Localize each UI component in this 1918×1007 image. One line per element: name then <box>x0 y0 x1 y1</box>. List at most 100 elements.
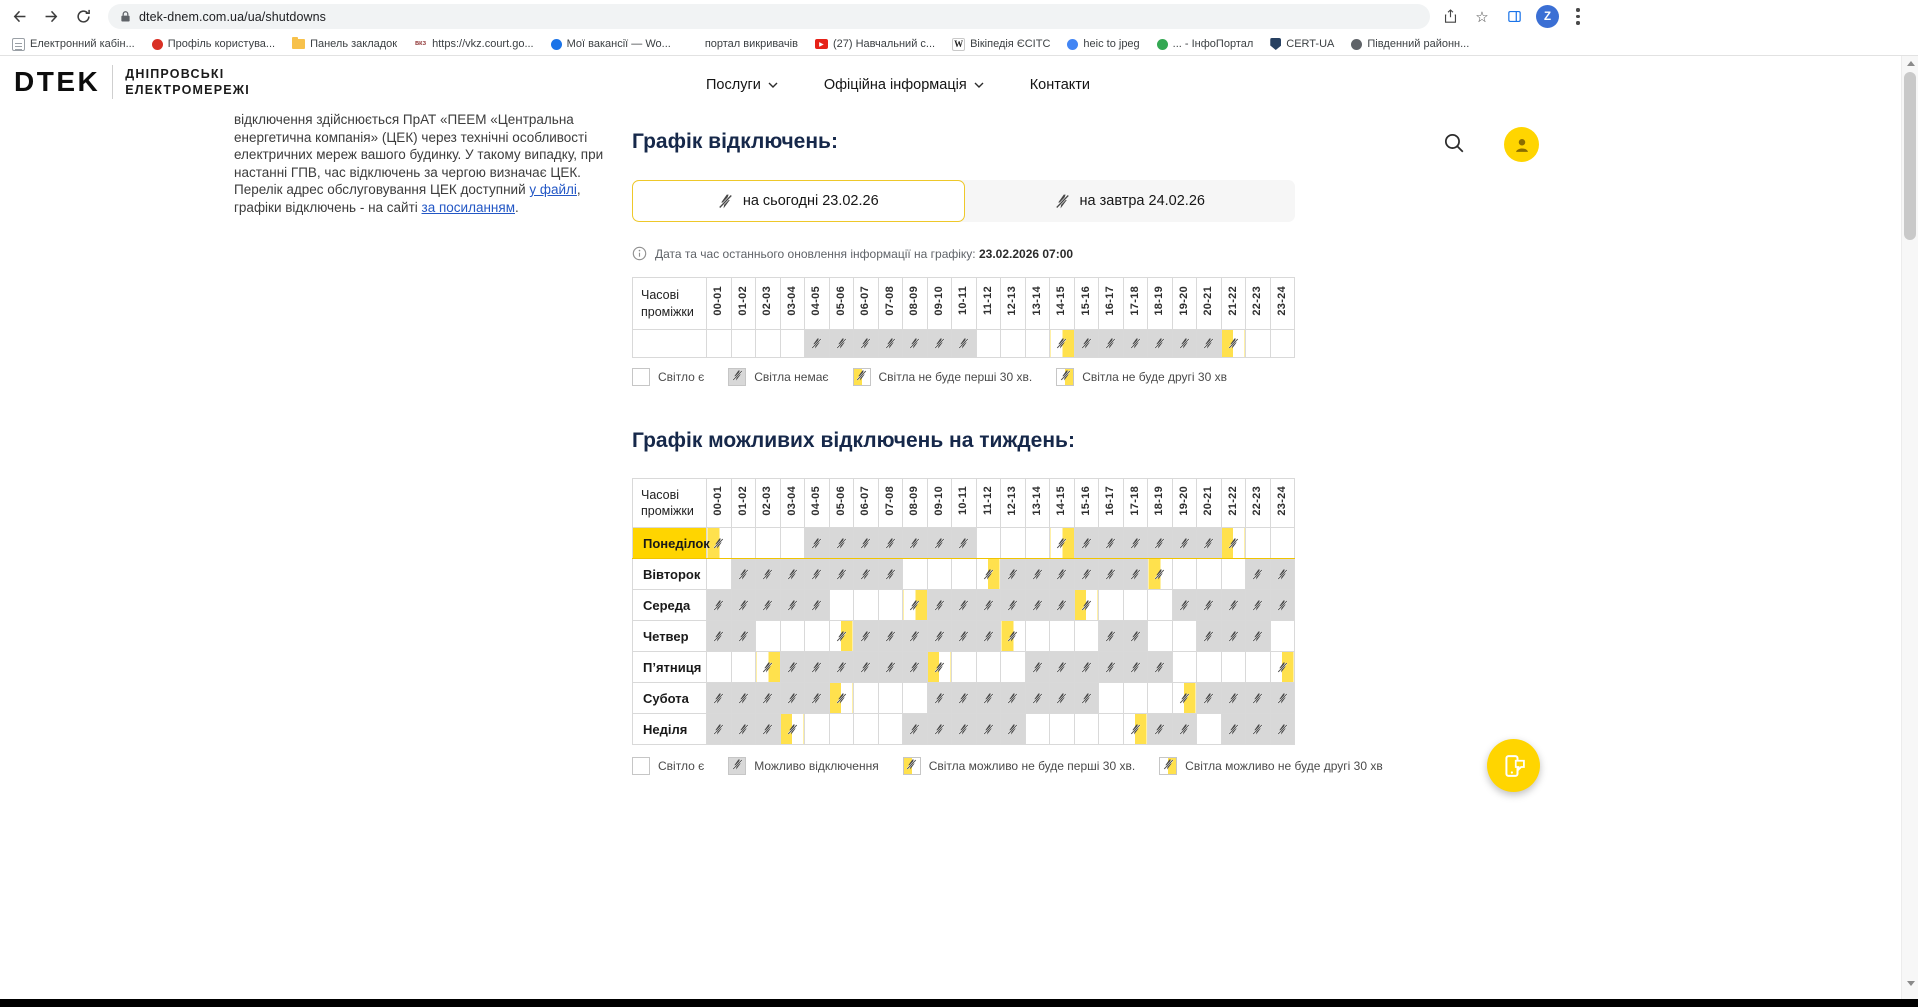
file-link[interactable]: у файлі <box>529 182 577 197</box>
no-power-icon <box>885 629 896 646</box>
schedule-cell <box>779 620 805 652</box>
no-power-icon <box>860 629 871 646</box>
page-scrollbar[interactable] <box>1901 56 1918 999</box>
no-power-icon <box>1252 629 1263 646</box>
scroll-up-arrow[interactable] <box>1902 56 1918 71</box>
bookmark-item-4[interactable]: ВКЗ https://vkz.court.go... <box>414 38 534 51</box>
avatar-letter: Z <box>1543 10 1552 23</box>
schedule-cell <box>1049 713 1075 745</box>
legend-swatch-off <box>728 368 747 386</box>
court-favicon-icon: ВКЗ <box>415 41 427 47</box>
bookmark-item-8[interactable]: W Вікіпедія ЄСІТС <box>952 37 1050 51</box>
forward-button[interactable] <box>38 4 64 30</box>
no-power-icon <box>1228 536 1239 553</box>
no-power-icon <box>1154 660 1165 677</box>
time-slot-header: 05-06 <box>828 478 854 528</box>
account-button[interactable] <box>1504 127 1539 162</box>
time-slot-text: 14-15 <box>1055 286 1068 316</box>
address-bar[interactable]: dtek-dnem.com.ua/ua/shutdowns <box>108 4 1430 29</box>
scrollbar-thumb[interactable] <box>1904 72 1916 240</box>
schedule-cell <box>853 329 879 358</box>
legend-swatch-first <box>902 757 921 775</box>
side-panel-button[interactable] <box>1504 7 1524 27</box>
schedule-cell <box>804 682 830 714</box>
tab-today[interactable]: на сьогодні 23.02.26 <box>632 180 965 222</box>
tab-tomorrow[interactable]: на завтра 24.02.26 <box>964 180 1295 222</box>
building-favicon-icon <box>1351 38 1363 50</box>
nav-item-1[interactable]: Послуги <box>706 77 778 93</box>
time-slot-header: 07-08 <box>877 478 903 528</box>
time-slot-header: 11-12 <box>975 277 1001 330</box>
no-power-icon <box>1081 567 1092 584</box>
schedule-cell <box>1024 713 1050 745</box>
update-info: Дата та час останнього оновлення інформа… <box>632 246 1073 261</box>
schedule-cell <box>779 682 805 714</box>
no-power-icon <box>1154 536 1165 553</box>
time-slot-header: 08-09 <box>902 277 928 330</box>
no-power-icon <box>738 629 749 646</box>
day-label: Вівторок <box>632 558 707 590</box>
no-power-icon <box>958 336 969 353</box>
browser-menu-button[interactable] <box>1571 7 1585 27</box>
bookmark-star-button[interactable]: ☆ <box>1472 7 1492 27</box>
schedule-cell <box>951 713 977 745</box>
schedule-cell <box>1024 329 1050 358</box>
no-power-icon <box>1007 722 1018 739</box>
bookmark-item-7[interactable]: ▶ (27) Навчальний с... <box>814 38 935 50</box>
time-slot-text: 23-24 <box>1275 286 1288 316</box>
time-slot-text: 07-08 <box>883 286 896 316</box>
legend-item: Світла можливо не буде перші 30 хв. <box>902 757 1135 775</box>
schedule-cell <box>828 651 854 683</box>
legend-label: Світла не буде перші 30 хв. <box>878 370 1033 384</box>
no-power-icon <box>856 368 867 386</box>
bookmark-item-11[interactable]: CERT-UA <box>1270 38 1334 50</box>
bookmark-item-6[interactable]: портал викривачів <box>688 38 798 50</box>
site-link[interactable]: за посиланням <box>422 200 515 215</box>
no-power-icon <box>811 336 822 353</box>
bookmark-item-12[interactable]: Південний районн... <box>1351 38 1469 50</box>
back-button[interactable] <box>6 4 32 30</box>
time-slot-text: 06-07 <box>859 286 872 316</box>
nav-item-3[interactable]: Контакти <box>1030 77 1090 93</box>
time-slot-text: 05-06 <box>834 286 847 316</box>
schedule-cell <box>828 558 854 590</box>
schedule-cell <box>1024 620 1050 652</box>
schedule-cell <box>926 589 952 621</box>
schedule-cell <box>1147 651 1173 683</box>
bookmark-item-5[interactable]: Мої вакансії — Wo... <box>550 38 671 50</box>
bookmark-item-2[interactable]: Профіль користува... <box>151 38 275 50</box>
schedule-cell <box>1098 620 1124 652</box>
dtek-logo[interactable]: DTEK ДНІПРОВСЬКІ ЕЛЕКТРОМЕРЕЖІ <box>14 65 250 99</box>
no-power-icon <box>1277 660 1288 677</box>
profile-avatar[interactable]: Z <box>1536 5 1559 28</box>
no-power-icon <box>909 536 920 553</box>
no-power-icon <box>1081 336 1092 353</box>
nav-item-label: Офіційна інформація <box>823 77 967 93</box>
reload-button[interactable] <box>70 4 96 30</box>
no-power-icon <box>909 722 920 739</box>
blue-favicon-icon <box>550 38 562 50</box>
share-button[interactable] <box>1440 7 1460 27</box>
search-button[interactable] <box>1443 132 1467 156</box>
no-power-icon <box>738 722 749 739</box>
schedule-cell <box>1196 620 1222 652</box>
bookmark-item-9[interactable]: heic to jpeg <box>1067 38 1140 50</box>
no-power-icon <box>787 722 798 739</box>
bookmark-item-3[interactable]: Панель закладок <box>292 37 397 50</box>
schedule-cell <box>1196 589 1222 621</box>
time-slot-header: 13-14 <box>1024 478 1050 528</box>
no-power-icon <box>1277 722 1288 739</box>
chat-fab-button[interactable] <box>1487 739 1540 792</box>
legend-swatch-second <box>1159 757 1178 775</box>
wikipedia-favicon-icon: W <box>952 37 966 51</box>
today-legend: Світло є Світла немає Світла не буде перші… <box>632 368 1227 386</box>
time-slot-header: 17-18 <box>1122 478 1148 528</box>
no-power-icon <box>934 660 945 677</box>
nav-item-2[interactable]: Офіційна інформація <box>824 77 984 93</box>
scroll-down-arrow[interactable] <box>1902 976 1918 991</box>
no-power-icon <box>1081 691 1092 708</box>
bookmark-item-1[interactable]: Електронний кабін... <box>12 37 135 51</box>
bookmark-item-10[interactable]: ... - ІнфоПортал <box>1156 38 1253 50</box>
day-row: Четвер <box>632 620 1295 652</box>
time-slot-text: 15-16 <box>1079 485 1092 516</box>
